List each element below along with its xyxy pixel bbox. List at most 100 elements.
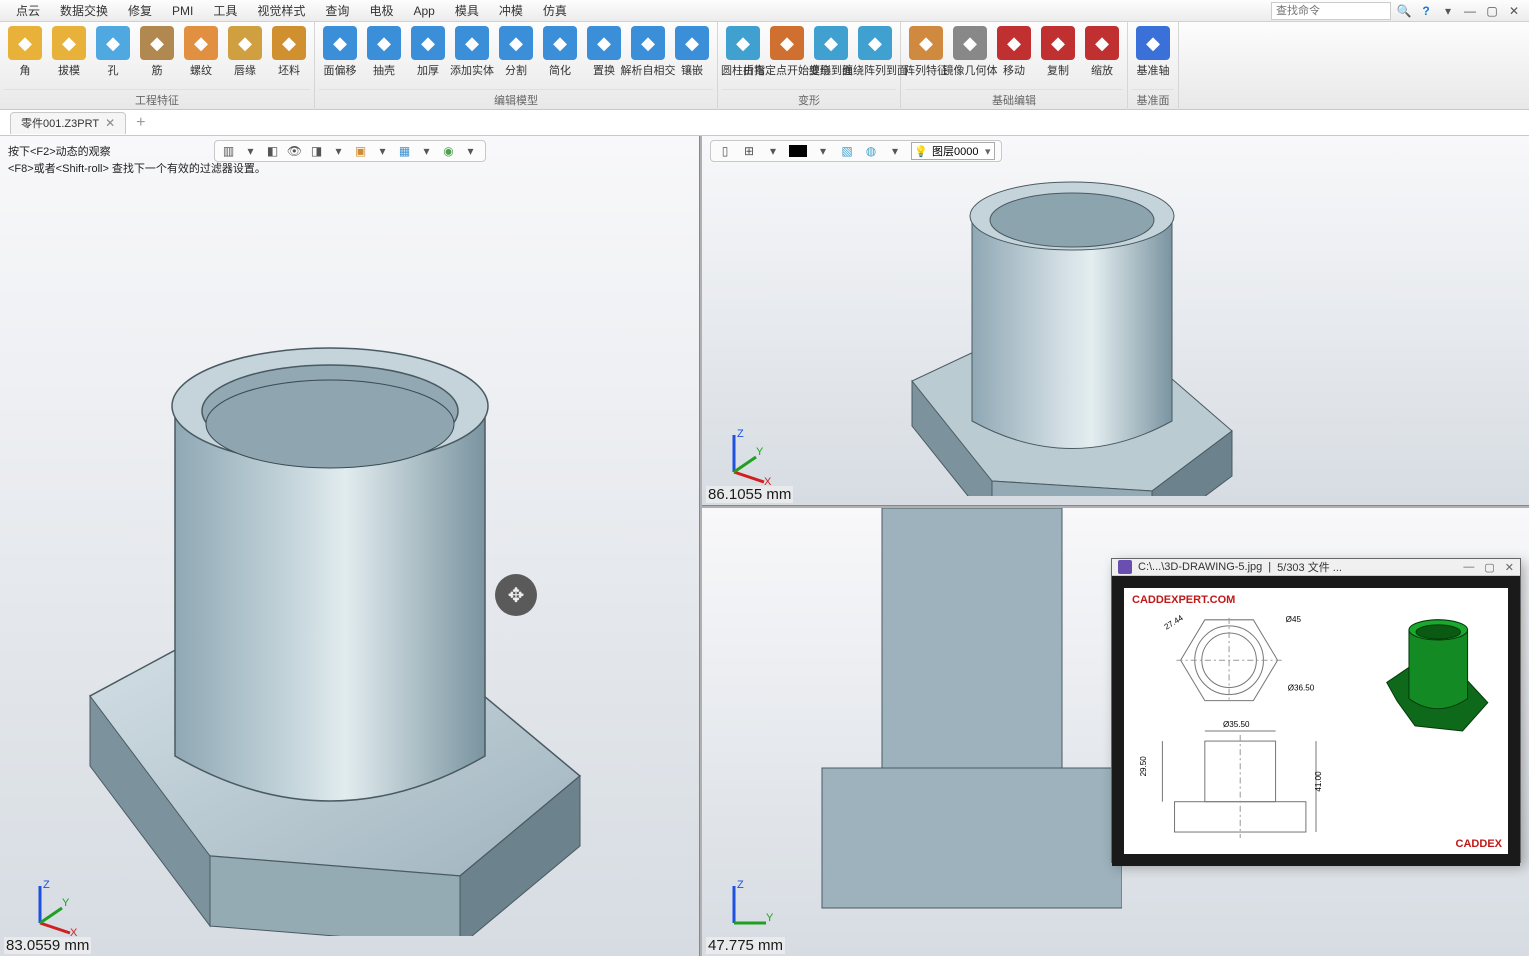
- box-dd-icon[interactable]: ▾: [375, 143, 391, 159]
- ribbon-button[interactable]: ◆孔: [92, 24, 134, 78]
- ribbon-button-icon: ◆: [1041, 26, 1075, 60]
- ribbon-button[interactable]: ◆置换: [583, 24, 625, 78]
- ribbon-button[interactable]: ◆筋: [136, 24, 178, 78]
- box-icon[interactable]: ▣: [353, 143, 369, 159]
- help-icon[interactable]: ?: [1417, 2, 1435, 20]
- ribbon-button[interactable]: ◆添加实体: [451, 24, 493, 78]
- ribbon-group-label: 基准面: [1132, 89, 1174, 110]
- document-tab-label: 零件001.Z3PRT: [21, 115, 99, 131]
- reference-image-window[interactable]: C:\...\3D-DRAWING-5.jpg | 5/303 文件 ... —…: [1111, 558, 1521, 863]
- shade-icon[interactable]: ◍: [863, 143, 879, 159]
- ribbon-button-label: 筋: [152, 62, 163, 78]
- reference-window-titlebar[interactable]: C:\...\3D-DRAWING-5.jpg | 5/303 文件 ... —…: [1112, 559, 1520, 576]
- reference-file-position: 5/303 文件 ...: [1277, 559, 1342, 575]
- ribbon-button-label: 坯料: [278, 62, 300, 78]
- dd-icon[interactable]: ▾: [887, 143, 903, 159]
- ribbon-button[interactable]: ◆阵列特征: [905, 24, 947, 78]
- ribbon-button[interactable]: ◆螺纹: [180, 24, 222, 78]
- ribbon-button[interactable]: ◆复制: [1037, 24, 1079, 78]
- target-dd-icon[interactable]: ▾: [463, 143, 479, 159]
- ribbon-button[interactable]: ◆缩放: [1081, 24, 1123, 78]
- reference-image-body: CADDEXPERT.COM Ø45 Ø36.50 27.44: [1112, 576, 1520, 866]
- cube-dd-icon[interactable]: ▾: [331, 143, 347, 159]
- layer-combo[interactable]: 图层0000: [911, 142, 995, 160]
- ribbon-button[interactable]: ◆镜像几何体: [949, 24, 991, 78]
- svg-text:Ø35.50: Ø35.50: [1223, 720, 1250, 729]
- maximize-button[interactable]: ▢: [1484, 561, 1494, 574]
- target-icon[interactable]: ◉: [441, 143, 457, 159]
- color-icon[interactable]: [789, 145, 807, 157]
- menu-item[interactable]: 冲模: [489, 0, 533, 21]
- search-icon[interactable]: 🔍: [1395, 2, 1413, 20]
- minimize-button[interactable]: —: [1461, 2, 1479, 20]
- help-dropdown-icon[interactable]: ▾: [1439, 2, 1457, 20]
- ribbon-button-label: 缠绕阵列到面: [842, 62, 908, 78]
- svg-text:Y: Y: [756, 446, 764, 458]
- close-tab-icon[interactable]: ✕: [105, 116, 115, 130]
- menu-item[interactable]: 电极: [359, 0, 403, 21]
- ribbon-button[interactable]: ◆唇缘: [224, 24, 266, 78]
- menu-item[interactable]: 工具: [203, 0, 247, 21]
- ribbon-button-icon: ◆: [814, 26, 848, 60]
- close-button[interactable]: ✕: [1505, 561, 1514, 574]
- move-cursor-icon: ✥: [495, 574, 537, 616]
- cube-icon[interactable]: ◨: [309, 143, 325, 159]
- ribbon-button[interactable]: ◆由指定点开始变形: [766, 24, 808, 78]
- ribbon-button[interactable]: ◆ 简化: [539, 24, 581, 78]
- command-search-input[interactable]: [1271, 2, 1391, 20]
- ribbon-button[interactable]: ◆抽壳: [363, 24, 405, 78]
- ribbon-button-icon: ◆: [52, 26, 86, 60]
- menu-item[interactable]: 数据交换: [50, 0, 118, 21]
- section-icon[interactable]: ▯: [717, 143, 733, 159]
- ribbon-button[interactable]: ◆ 基准轴: [1132, 24, 1174, 78]
- menu-item[interactable]: 模具: [445, 0, 489, 21]
- ribbon-group-label: 变形: [722, 89, 896, 110]
- close-button[interactable]: ✕: [1505, 2, 1523, 20]
- ribbon-button-icon: ◆: [726, 26, 760, 60]
- ribbon-button-icon: ◆: [997, 26, 1031, 60]
- ribbon-button-label: 基准轴: [1137, 62, 1170, 78]
- svg-text:41.00: 41.00: [1314, 771, 1323, 792]
- ribbon-button-icon: ◆: [543, 26, 577, 60]
- menu-item[interactable]: 仿真: [533, 0, 577, 21]
- viewport-main[interactable]: ▥ ▾ ◧ 👁 ◨ ▾ ▣ ▾ ▦ ▾ ◉ ▾ 按下<F2>动态的观察 <F8>…: [0, 136, 700, 956]
- minimize-button[interactable]: —: [1463, 561, 1474, 574]
- reference-file-path: C:\...\3D-DRAWING-5.jpg: [1138, 561, 1262, 573]
- display-icon[interactable]: ▧: [839, 143, 855, 159]
- ribbon-button[interactable]: ◆坯料: [268, 24, 310, 78]
- add-tab-button[interactable]: +: [130, 114, 151, 132]
- axis-triad-icon: Z Y: [714, 878, 774, 938]
- ribbon-button[interactable]: ◆拔模: [48, 24, 90, 78]
- ribbon-button[interactable]: ◆加厚: [407, 24, 449, 78]
- viewport-top-right[interactable]: ▯ ⊞ ▾ ▾ ▧ ◍ ▾ 图层0000 Z: [702, 136, 1529, 506]
- ribbon-button-label: 移动: [1003, 62, 1025, 78]
- ribbon-button[interactable]: ◆角: [4, 24, 46, 78]
- ribbon-button[interactable]: ◆分割: [495, 24, 537, 78]
- maximize-button[interactable]: ▢: [1483, 2, 1501, 20]
- ribbon-button[interactable]: ◆ 移动: [993, 24, 1035, 78]
- menu-item[interactable]: PMI: [162, 2, 203, 20]
- hide-icon[interactable]: ◧: [265, 143, 281, 159]
- ribbon-button[interactable]: ◆镶嵌: [671, 24, 713, 78]
- ribbon-button[interactable]: ◆面偏移: [319, 24, 361, 78]
- ribbon-button-icon: ◆: [1136, 26, 1170, 60]
- menu-item[interactable]: App: [403, 2, 444, 20]
- ribbon-button-icon: ◆: [587, 26, 621, 60]
- ribbon-button[interactable]: ◆缠绕阵列到面: [854, 24, 896, 78]
- ribbon-button[interactable]: ◆解析自相交: [627, 24, 669, 78]
- menu-item[interactable]: 修复: [118, 0, 162, 21]
- ribbon-button-label: 简化: [549, 62, 571, 78]
- menu-item[interactable]: 视觉样式: [247, 0, 315, 21]
- svg-text:Ø45: Ø45: [1286, 615, 1302, 624]
- ref-icon[interactable]: ▦: [397, 143, 413, 159]
- dd-icon[interactable]: ▾: [765, 143, 781, 159]
- document-tab[interactable]: 零件001.Z3PRT ✕: [10, 112, 126, 134]
- svg-text:Ø36.50: Ø36.50: [1288, 684, 1315, 693]
- ref-dd-icon[interactable]: ▾: [419, 143, 435, 159]
- menu-item[interactable]: 查询: [315, 0, 359, 21]
- menu-item[interactable]: 点云: [6, 0, 50, 21]
- ribbon-button-icon: ◆: [228, 26, 262, 60]
- dd-icon[interactable]: ▾: [815, 143, 831, 159]
- eye-icon[interactable]: 👁: [287, 143, 303, 159]
- snap-icon[interactable]: ⊞: [741, 143, 757, 159]
